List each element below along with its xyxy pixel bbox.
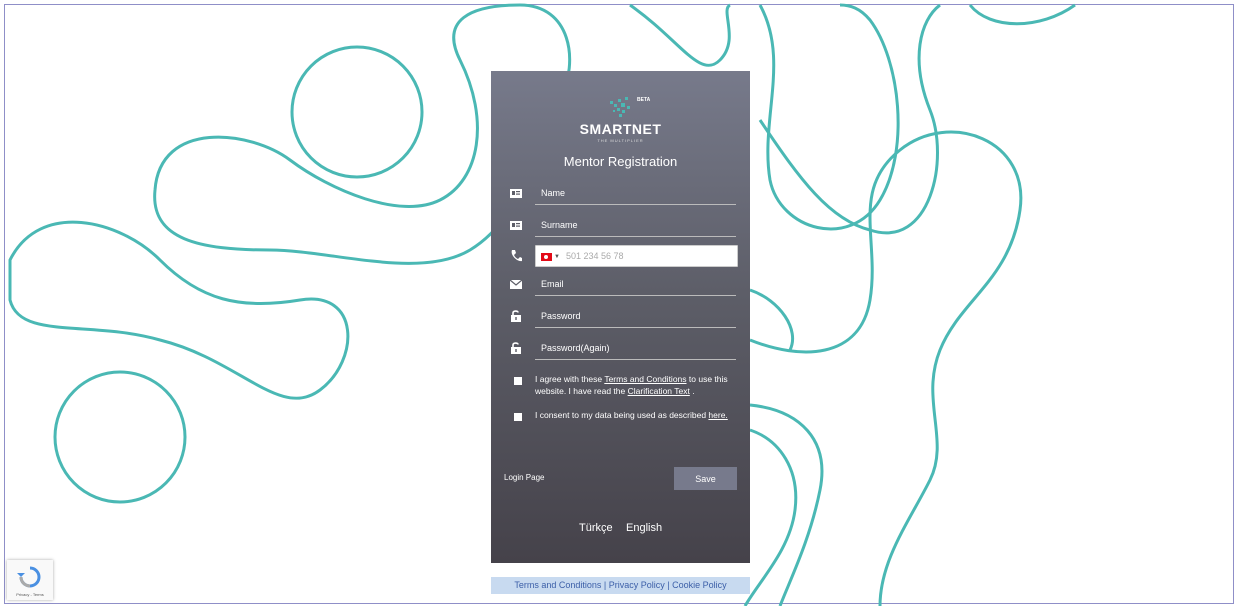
password-row: Password (509, 305, 736, 328)
turkey-flag-icon[interactable] (541, 252, 552, 261)
data-consent-text: I consent to my data being used as descr… (535, 409, 740, 421)
footer-cookie-link[interactable]: Cookie Policy (672, 580, 727, 590)
consent2-text: I consent to my data being used as descr… (535, 410, 709, 420)
page-title: Mentor Registration (563, 154, 678, 169)
surname-placeholder: Surname (541, 220, 578, 230)
surname-row: Surname (509, 214, 736, 237)
logo: SMARTNET THE MULTIPLIER (491, 95, 750, 143)
name-row: Name (509, 182, 736, 205)
footer-separator: | (603, 580, 607, 590)
password-placeholder: Password (541, 311, 581, 321)
surname-field[interactable]: Surname (535, 214, 736, 237)
satellite-logo-icon (609, 97, 630, 117)
password-again-field[interactable]: Password(Again) (535, 337, 736, 360)
brand-tagline: THE MULTIPLIER (597, 138, 644, 143)
password-again-placeholder: Password(Again) (541, 343, 610, 353)
footer-links: Terms and Conditions | Privacy Policy | … (491, 577, 750, 594)
phone-row: ▼ 501 234 56 78 (509, 245, 738, 267)
email-field[interactable]: Email (535, 273, 736, 296)
consent1-suffix: . (689, 386, 695, 396)
data-consent-checkbox[interactable] (514, 413, 522, 421)
id-card-icon (510, 189, 522, 198)
consent1-prefix: I agree with these (535, 374, 605, 384)
envelope-icon (509, 279, 523, 289)
id-card-icon (510, 221, 522, 230)
footer-privacy-link[interactable]: Privacy Policy (609, 580, 665, 590)
clarification-link[interactable]: Clarification Text (628, 386, 690, 396)
unlock-icon (511, 342, 521, 354)
beta-badge: BETA (637, 97, 651, 103)
phone-placeholder: 501 234 56 78 (565, 251, 624, 261)
terms-checkbox[interactable] (514, 377, 522, 385)
email-placeholder: Email (541, 279, 564, 289)
name-placeholder: Name (541, 188, 566, 198)
phone-icon (511, 250, 522, 262)
terms-consent-text: I agree with these Terms and Conditions … (535, 373, 740, 397)
footer-separator: | (667, 580, 670, 590)
save-button[interactable]: Save (674, 467, 737, 490)
name-field[interactable]: Name (535, 182, 736, 205)
email-row: Email (509, 273, 736, 296)
recaptcha-label[interactable]: Privacy - Terms (7, 592, 53, 597)
recaptcha-badge[interactable]: Privacy - Terms (7, 560, 53, 600)
language-turkish[interactable]: Türkçe (579, 522, 613, 534)
unlock-icon (511, 310, 521, 322)
language-english[interactable]: English (626, 522, 662, 534)
here-link[interactable]: here. (708, 410, 727, 420)
password-field[interactable]: Password (535, 305, 736, 328)
phone-field[interactable]: ▼ 501 234 56 78 (535, 245, 738, 267)
password-again-row: Password(Again) (509, 337, 736, 360)
registration-card: SMARTNET THE MULTIPLIER BETA Mentor Regi… (491, 71, 750, 563)
terms-link[interactable]: Terms and Conditions (604, 374, 686, 384)
chevron-down-icon[interactable]: ▼ (554, 254, 560, 260)
recaptcha-icon (17, 566, 41, 588)
login-page-link[interactable]: Login Page (504, 473, 544, 482)
brand-name: SMARTNET (579, 121, 662, 137)
footer-terms-link[interactable]: Terms and Conditions (514, 580, 601, 590)
